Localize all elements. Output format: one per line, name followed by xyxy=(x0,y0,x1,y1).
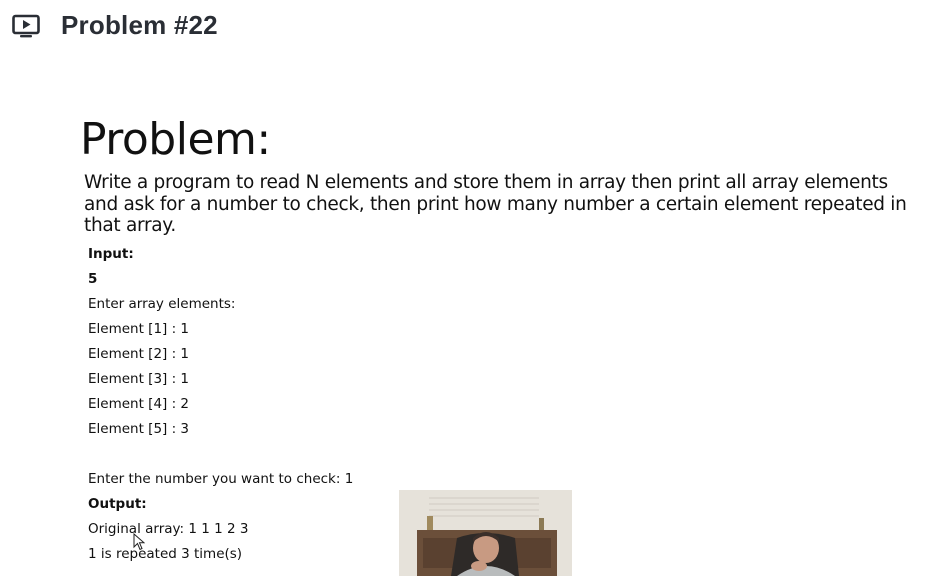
element-line: Element [5] : 3 xyxy=(88,421,190,437)
element-line: Element [2] : 1 xyxy=(88,346,190,362)
problem-statement: Write a program to read N elements and s… xyxy=(84,172,907,236)
slide-heading: Problem: xyxy=(80,114,271,165)
original-array-text: Original array: 1 1 1 2 3 xyxy=(88,521,249,537)
lesson-header: Problem #22 xyxy=(0,0,943,52)
instructor-webcam xyxy=(399,490,572,576)
repeat-result-text: 1 is repeated 3 time(s) xyxy=(88,546,243,562)
element-line: Element [4] : 2 xyxy=(88,396,190,412)
input-label: Input: xyxy=(88,246,134,262)
output-label: Output: xyxy=(88,496,147,512)
check-prompt: Enter the number you want to check: 1 xyxy=(88,471,354,487)
element-line: Element [1] : 1 xyxy=(88,321,190,337)
element-line: Element [3] : 1 xyxy=(88,371,190,387)
video-play-icon xyxy=(12,14,40,38)
enter-elements-text: Enter array elements: xyxy=(88,296,236,312)
lecture-slide: Problem: Write a program to read N eleme… xyxy=(0,52,943,576)
page-title: Problem #22 xyxy=(61,10,218,40)
io-example: Input: 5 Enter array elements: Element [… xyxy=(88,242,353,567)
mouse-cursor-icon xyxy=(133,533,145,551)
n-value: 5 xyxy=(88,271,98,287)
